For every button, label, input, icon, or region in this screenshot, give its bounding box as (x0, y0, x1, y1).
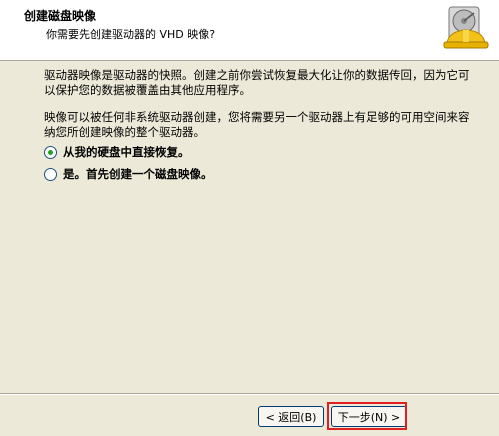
wizard-header: 创建磁盘映像 你需要先创建驱动器的 VHD 映像? (0, 0, 499, 61)
radio-option-restore-directly[interactable]: 从我的硬盘中直接恢复。 (44, 144, 190, 160)
description-paragraph: 映像可以被任何非系统驱动器创建，您将需要另一个驱动器上有足够的可用空间来容纳您所… (44, 110, 470, 139)
radio-button-selected-icon[interactable] (44, 145, 57, 159)
radio-button-icon[interactable] (44, 167, 57, 181)
radio-label: 从我的硬盘中直接恢复。 (63, 145, 190, 159)
back-button[interactable]: < 返回(B) (258, 406, 324, 427)
content-area: 驱动器映像是驱动器的快照。创建之前你尝试恢复最大化让你的数据传回，因为它可以保护… (44, 68, 474, 152)
next-button[interactable]: 下一步(N) > (331, 406, 407, 427)
description-paragraph: 驱动器映像是驱动器的快照。创建之前你尝试恢复最大化让你的数据传回，因为它可以保护… (44, 68, 470, 97)
footer-divider (0, 393, 499, 395)
radio-label: 是。首先创建一个磁盘映像。 (63, 167, 213, 181)
radio-option-create-image[interactable]: 是。首先创建一个磁盘映像。 (44, 166, 213, 182)
disk-repair-helmet-icon (443, 6, 489, 49)
header-title: 创建磁盘映像 (24, 9, 97, 23)
wizard-dialog: 创建磁盘映像 你需要先创建驱动器的 VHD 映像? 驱动器映像是驱动器的快照。创… (0, 0, 499, 436)
header-subtitle: 你需要先创建驱动器的 VHD 映像? (46, 28, 216, 41)
